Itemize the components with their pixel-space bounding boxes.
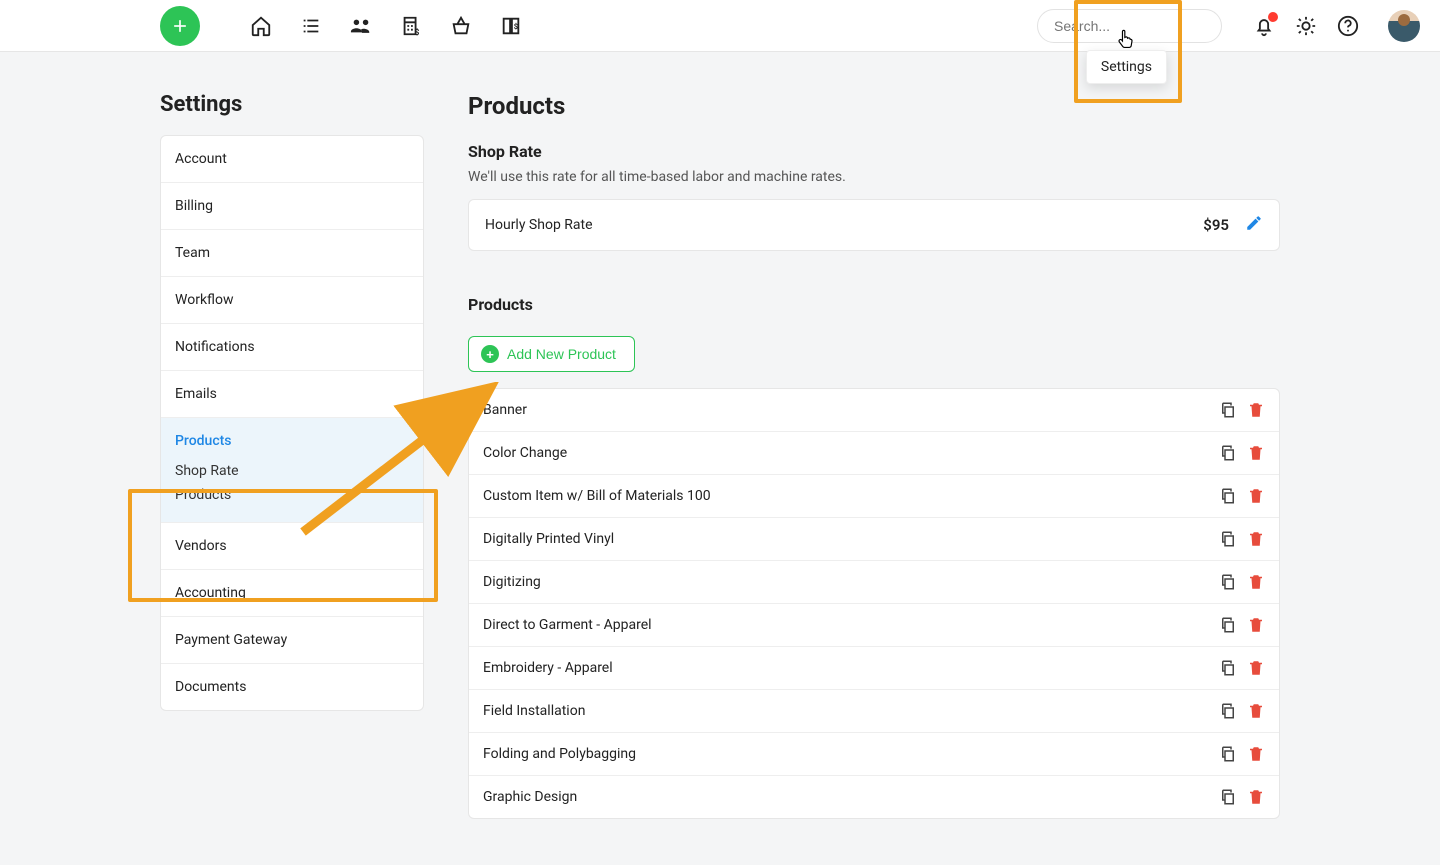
people-icon[interactable] (350, 15, 372, 37)
product-name[interactable]: Embroidery - Apparel (483, 660, 1209, 676)
catalog-icon[interactable]: $ (500, 15, 522, 37)
edit-icon[interactable] (1245, 214, 1263, 236)
product-row: Custom Item w/ Bill of Materials 100 (469, 475, 1279, 518)
shop-rate-value: $95 (1203, 216, 1229, 234)
copy-icon[interactable] (1219, 401, 1237, 419)
product-name[interactable]: Digitizing (483, 574, 1209, 590)
trash-icon[interactable] (1247, 616, 1265, 634)
sidebar-title: Settings (160, 92, 424, 117)
product-name[interactable]: Banner (483, 402, 1209, 418)
copy-icon[interactable] (1219, 788, 1237, 806)
copy-icon[interactable] (1219, 444, 1237, 462)
sidebar-card: Account Billing Team Workflow Notificati… (160, 135, 424, 711)
sidebar-item-paymentgateway[interactable]: Payment Gateway (161, 617, 423, 664)
product-row: Folding and Polybagging (469, 733, 1279, 776)
bell-icon[interactable] (1252, 14, 1276, 38)
trash-icon[interactable] (1247, 444, 1265, 462)
sidebar-item-vendors[interactable]: Vendors (161, 523, 423, 570)
basket-icon[interactable] (450, 15, 472, 37)
tooltip-settings: Settings (1086, 50, 1167, 84)
topbar: $ $ (0, 0, 1440, 52)
product-row: Digitizing (469, 561, 1279, 604)
shop-rate-card: Hourly Shop Rate $95 (468, 199, 1280, 251)
sidebar-item-emails[interactable]: Emails (161, 371, 423, 418)
copy-icon[interactable] (1219, 702, 1237, 720)
product-list: Banner Color Change Custom Item w/ Bill of… (468, 388, 1280, 819)
avatar[interactable] (1388, 10, 1420, 42)
svg-text:$: $ (514, 21, 518, 30)
sidebar-item-documents[interactable]: Documents (161, 664, 423, 710)
section-shoprate-title: Shop Rate (468, 142, 1280, 161)
copy-icon[interactable] (1219, 573, 1237, 591)
global-add-button[interactable] (160, 6, 200, 46)
copy-icon[interactable] (1219, 745, 1237, 763)
plus-icon: + (481, 345, 499, 363)
search-input[interactable] (1037, 9, 1222, 43)
sidebar-item-account[interactable]: Account (161, 136, 423, 183)
trash-icon[interactable] (1247, 530, 1265, 548)
sidebar-sub-products[interactable]: Products (175, 483, 409, 507)
copy-icon[interactable] (1219, 530, 1237, 548)
product-row: Graphic Design (469, 776, 1279, 818)
copy-icon[interactable] (1219, 616, 1237, 634)
trash-icon[interactable] (1247, 401, 1265, 419)
right-icons (1252, 10, 1420, 42)
help-icon[interactable] (1336, 14, 1360, 38)
section-products-title: Products (468, 295, 1280, 314)
trash-icon[interactable] (1247, 788, 1265, 806)
product-row: Color Change (469, 432, 1279, 475)
trash-icon[interactable] (1247, 745, 1265, 763)
product-name[interactable]: Digitally Printed Vinyl (483, 531, 1209, 547)
shop-rate-label: Hourly Shop Rate (485, 217, 593, 233)
sidebar-item-team[interactable]: Team (161, 230, 423, 277)
product-name[interactable]: Custom Item w/ Bill of Materials 100 (483, 488, 1209, 504)
page-title: Products (468, 92, 1280, 120)
gear-icon[interactable] (1294, 14, 1318, 38)
product-name[interactable]: Color Change (483, 445, 1209, 461)
trash-icon[interactable] (1247, 573, 1265, 591)
calculator-icon[interactable]: $ (400, 15, 422, 37)
sidebar-item-accounting[interactable]: Accounting (161, 570, 423, 617)
sidebar-item-billing[interactable]: Billing (161, 183, 423, 230)
nav-icons: $ $ (250, 15, 522, 37)
main-content: Products Shop Rate We'll use this rate f… (468, 92, 1280, 819)
product-row: Direct to Garment - Apparel (469, 604, 1279, 647)
product-name[interactable]: Field Installation (483, 703, 1209, 719)
svg-text:$: $ (415, 27, 420, 37)
product-row: Embroidery - Apparel (469, 647, 1279, 690)
sidebar-item-notifications[interactable]: Notifications (161, 324, 423, 371)
product-name[interactable]: Folding and Polybagging (483, 746, 1209, 762)
product-name[interactable]: Direct to Garment - Apparel (483, 617, 1209, 633)
list-icon[interactable] (300, 15, 322, 37)
copy-icon[interactable] (1219, 487, 1237, 505)
home-icon[interactable] (250, 15, 272, 37)
trash-icon[interactable] (1247, 487, 1265, 505)
sidebar-item-products[interactable]: Products Shop Rate Products (161, 418, 423, 523)
product-row: Digitally Printed Vinyl (469, 518, 1279, 561)
product-name[interactable]: Graphic Design (483, 789, 1209, 805)
sidebar-sub-shoprate[interactable]: Shop Rate (175, 459, 409, 483)
product-row: Field Installation (469, 690, 1279, 733)
add-new-product-button[interactable]: + Add New Product (468, 336, 635, 372)
trash-icon[interactable] (1247, 702, 1265, 720)
copy-icon[interactable] (1219, 659, 1237, 677)
sidebar-item-products-label: Products (175, 433, 409, 449)
sidebar-item-workflow[interactable]: Workflow (161, 277, 423, 324)
notification-dot (1268, 12, 1278, 22)
sidebar: Settings Account Billing Team Workflow N… (160, 92, 424, 819)
product-row: Banner (469, 389, 1279, 432)
add-new-product-label: Add New Product (507, 346, 616, 362)
trash-icon[interactable] (1247, 659, 1265, 677)
section-shoprate-desc: We'll use this rate for all time-based l… (468, 169, 1280, 185)
